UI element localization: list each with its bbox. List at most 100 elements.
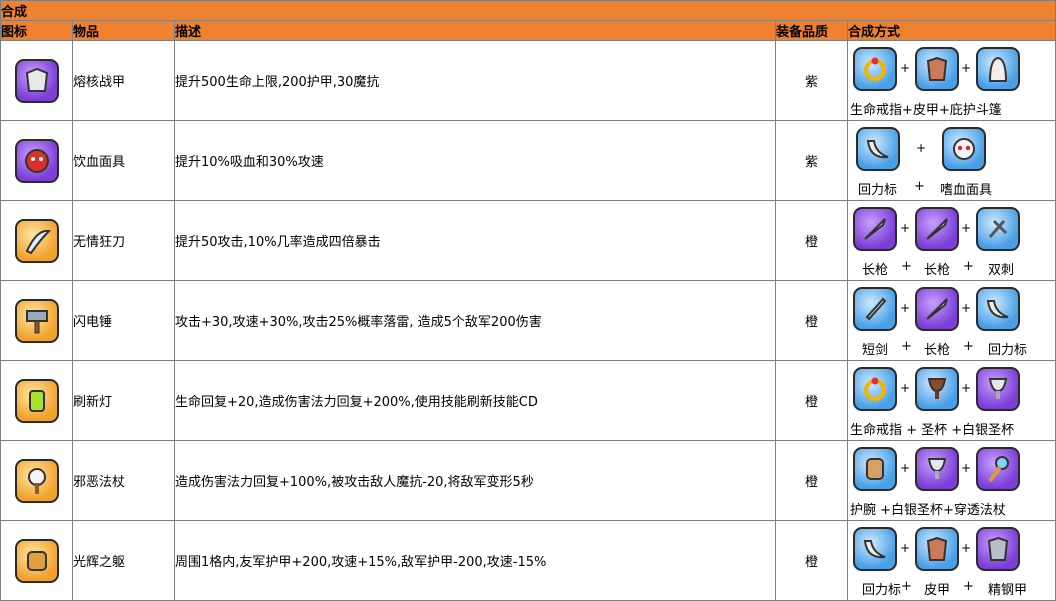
recipe-icons: + + xyxy=(849,447,1055,493)
recipe-cell[interactable]: + + 生命戒指+皮甲+庇护斗篷 xyxy=(846,40,1056,121)
description-cell[interactable]: 周围1格内,友军护甲+200,攻速+15%,敌军护甲-200,攻速-15% xyxy=(174,520,776,601)
protective-cloak-icon xyxy=(976,47,1020,91)
table-row: 刷新灯 生命回复+20,造成伤害法力回复+200%,使用技能刷新技能CD 橙 + + 生命… xyxy=(0,360,1056,441)
recipe-text-part: + xyxy=(901,339,912,354)
plus-sign: + xyxy=(961,61,972,75)
description-cell[interactable]: 生命回复+20,造成伤害法力回复+200%,使用技能刷新技能CD xyxy=(174,360,776,441)
recipe-cell[interactable]: + + 短剑 + 长枪 + 回力标 xyxy=(846,280,1056,361)
table-row: 无情狂刀 提升50攻击,10%几率造成四倍暴击橙 + + 长枪 + 长枪 + 双刺 xyxy=(0,200,1056,281)
recipe-text-part: 长枪 xyxy=(924,343,951,358)
ring-of-life-icon xyxy=(853,47,897,91)
recipe-text-part: 皮甲 xyxy=(924,583,951,598)
plus-sign: + xyxy=(961,541,972,555)
icon-cell[interactable] xyxy=(0,360,73,441)
icon-cell[interactable] xyxy=(0,280,73,361)
recipe-text-part: 回力标 xyxy=(862,583,902,598)
header-recipe[interactable]: 合成方式 xyxy=(846,20,1056,41)
icon-cell[interactable] xyxy=(0,200,73,281)
quality-cell[interactable]: 橙 xyxy=(775,520,848,601)
boomerang-icon xyxy=(853,527,897,571)
icon-cell[interactable] xyxy=(0,120,73,201)
item-name-cell[interactable]: 熔核战甲 xyxy=(72,40,175,121)
table-row: 闪电锤 攻击+30,攻速+30%,攻击25%概率落雷, 造成5个敌军200伤害橙 +… xyxy=(0,280,1056,361)
lightning-hammer-icon xyxy=(14,298,59,343)
spear-icon xyxy=(915,287,959,331)
item-name-cell[interactable]: 刷新灯 xyxy=(72,360,175,441)
holy-cup-icon xyxy=(915,367,959,411)
quality-cell[interactable]: 紫 xyxy=(775,40,848,121)
ring-of-life-icon xyxy=(853,367,897,411)
recipe-text-part: 精钢甲 xyxy=(988,583,1028,598)
recipe-cell[interactable]: + + 护腕 +白银圣杯+穿透法杖 xyxy=(846,440,1056,521)
quality-cell[interactable]: 橙 xyxy=(775,440,848,521)
title-row: 合成 xyxy=(0,0,1056,21)
icon-cell[interactable] xyxy=(0,440,73,521)
header-row: 图标 物品 描述 装备品质 合成方式 xyxy=(0,20,1056,41)
description-cell[interactable]: 提升50攻击,10%几率造成四倍暴击 xyxy=(174,200,776,281)
quality-cell[interactable]: 橙 xyxy=(775,360,848,441)
plus-sign: + xyxy=(900,541,911,555)
header-item[interactable]: 物品 xyxy=(72,20,175,41)
item-name-cell[interactable]: 饮血面具 xyxy=(72,120,175,201)
recipe-cell[interactable]: + 回力标 + 嗜血面具 xyxy=(846,120,1056,201)
recipe-icons: + + xyxy=(849,207,1055,253)
recipe-icons: + + xyxy=(849,527,1055,573)
leather-armor-icon xyxy=(915,47,959,91)
description-cell[interactable]: 提升10%吸血和30%攻速 xyxy=(174,120,776,201)
leather-armor-icon xyxy=(915,527,959,571)
description-cell[interactable]: 攻击+30,攻速+30%,攻击25%概率落雷, 造成5个敌军200伤害 xyxy=(174,280,776,361)
boomerang-icon xyxy=(856,127,900,171)
plus-sign: + xyxy=(961,301,972,315)
recipe-text-part: 护腕 +白银圣杯+穿透法杖 xyxy=(850,503,1006,518)
evil-staff-icon xyxy=(14,458,59,503)
double-thorn-icon xyxy=(976,207,1020,251)
quality-cell[interactable]: 橙 xyxy=(775,200,848,281)
recipe-text-part: + xyxy=(901,579,912,594)
silver-grail-icon xyxy=(976,367,1020,411)
quality-cell[interactable]: 橙 xyxy=(775,280,848,361)
bloodthirst-mask-icon xyxy=(942,127,986,171)
radiant-body-icon xyxy=(14,538,59,583)
description-cell[interactable]: 提升500生命上限,200护甲,30魔抗 xyxy=(174,40,776,121)
recipe-text-part: + xyxy=(963,579,974,594)
plus-sign: + xyxy=(900,61,911,75)
item-name-cell[interactable]: 无情狂刀 xyxy=(72,200,175,281)
icon-cell[interactable] xyxy=(0,40,73,121)
plus-sign: + xyxy=(961,461,972,475)
spreadsheet: 合成 图标 物品 描述 装备品质 合成方式 熔核战甲 提升500生命上限,200护… xyxy=(0,0,1056,601)
recipe-text-part: 短剑 xyxy=(862,343,889,358)
plus-sign: + xyxy=(961,221,972,235)
recipe-icons: + + xyxy=(849,367,1055,413)
recipe-cell[interactable]: + + 长枪 + 长枪 + 双刺 xyxy=(846,200,1056,281)
recipe-text-part: + xyxy=(963,259,974,274)
synthesis-table: 合成 图标 物品 描述 装备品质 合成方式 熔核战甲 提升500生命上限,200护… xyxy=(0,0,1056,601)
item-name-cell[interactable]: 邪恶法杖 xyxy=(72,440,175,521)
icon-cell[interactable] xyxy=(0,520,73,601)
recipe-cell[interactable]: + + 生命戒指 + 圣杯 +白银圣杯 xyxy=(846,360,1056,441)
sheet-title[interactable]: 合成 xyxy=(0,0,1056,21)
recipe-icons: + xyxy=(849,127,1055,173)
ruthless-blade-icon xyxy=(14,218,59,263)
table-row: 光辉之躯 周围1格内,友军护甲+200,攻速+15%,敌军护甲-200,攻速-15… xyxy=(0,520,1056,601)
plus-sign: + xyxy=(961,381,972,395)
recipe-text-part: + xyxy=(963,339,974,354)
spear-icon xyxy=(853,207,897,251)
quality-cell[interactable]: 紫 xyxy=(775,120,848,201)
recipe-text-part: 嗜血面具 xyxy=(940,183,993,198)
recipe-text-part: 长枪 xyxy=(924,263,951,278)
header-quality[interactable]: 装备品质 xyxy=(775,20,848,41)
header-icon[interactable]: 图标 xyxy=(0,20,73,41)
recipe-cell[interactable]: + + 回力标 + 皮甲 + 精钢甲 xyxy=(846,520,1056,601)
description-cell[interactable]: 造成伤害法力回复+100%,被攻击敌人魔抗-20,将敌军变形5秒 xyxy=(174,440,776,521)
header-desc[interactable]: 描述 xyxy=(174,20,776,41)
item-name-cell[interactable]: 光辉之躯 xyxy=(72,520,175,601)
recipe-text-part: + xyxy=(901,259,912,274)
molten-armor-icon xyxy=(14,58,59,103)
plus-sign: + xyxy=(900,381,911,395)
item-name-cell[interactable]: 闪电锤 xyxy=(72,280,175,361)
plus-sign: + xyxy=(900,461,911,475)
recipe-text-part: 生命戒指+皮甲+庇护斗篷 xyxy=(850,103,1002,118)
short-sword-icon xyxy=(853,287,897,331)
recipe-text-part: 双刺 xyxy=(988,263,1015,278)
blood-mask-icon xyxy=(14,138,59,183)
